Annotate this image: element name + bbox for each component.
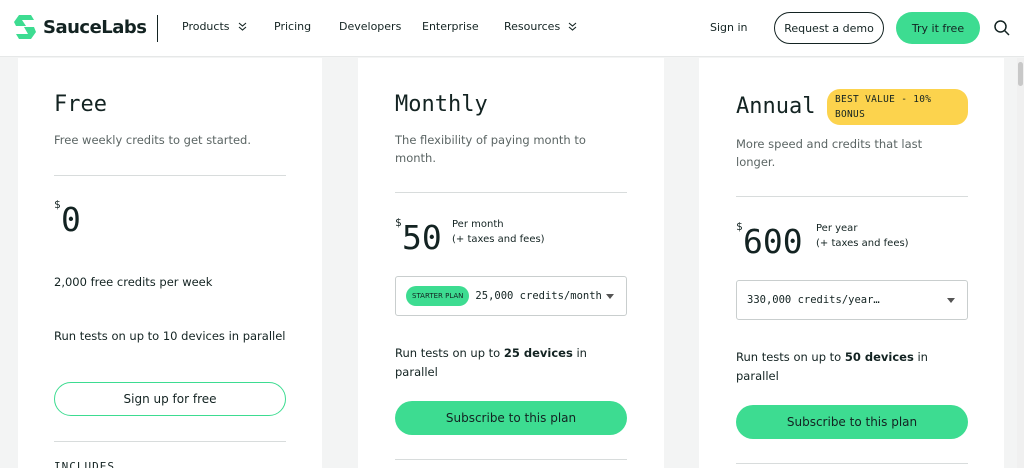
saucelabs-logo[interactable]: SauceLabs xyxy=(12,14,147,40)
search-icon[interactable] xyxy=(993,19,1011,37)
nav-resources-label: Resources xyxy=(504,20,561,33)
divider xyxy=(395,192,627,193)
try-free-button[interactable]: Try it free xyxy=(896,12,980,44)
nav-developers[interactable]: Developers xyxy=(339,20,401,33)
divider xyxy=(54,441,286,442)
plan-card-monthly: Monthly The flexibility of paying month … xyxy=(358,58,664,468)
billing-period-line1: Per month xyxy=(452,219,504,230)
nav-developers-label: Developers xyxy=(339,20,402,33)
divider xyxy=(736,196,968,197)
nav-products-label: Products xyxy=(182,20,230,33)
parallel-devices: 50 devices xyxy=(844,350,914,364)
divider xyxy=(736,463,968,464)
subscribe-annual-button[interactable]: Subscribe to this plan xyxy=(736,405,968,439)
nav-resources[interactable]: Resources xyxy=(504,20,577,33)
chevron-down-icon xyxy=(568,22,577,31)
chevron-down-icon xyxy=(238,22,246,31)
subscribe-monthly-button[interactable]: Subscribe to this plan xyxy=(395,401,627,435)
billing-period-line2: (+ taxes and fees) xyxy=(816,238,909,249)
saucelabs-logo-icon xyxy=(14,15,36,39)
parallel-text: Run tests on up to 10 devices in paralle… xyxy=(54,329,286,343)
divider xyxy=(54,175,286,176)
logo-divider xyxy=(157,15,158,42)
brand-name: SauceLabs xyxy=(43,16,147,38)
billing-period-line2: (+ taxes and fees) xyxy=(452,234,545,245)
caret-down-icon xyxy=(947,298,955,303)
nav-pricing-label: Pricing xyxy=(274,20,312,33)
nav-enterprise[interactable]: Enterprise xyxy=(422,20,479,33)
billing-period: Per year (+ taxes and fees) xyxy=(816,221,909,251)
caret-down-icon xyxy=(606,294,614,299)
starter-plan-badge: STARTER PLAN xyxy=(406,286,470,306)
plan-title: Monthly xyxy=(395,92,488,117)
credits-select-value: 330,000 credits/year… xyxy=(747,294,880,306)
parallel-text-pre: Run tests on up to xyxy=(395,346,504,360)
page-scrollbar[interactable] xyxy=(1017,58,1024,468)
plan-card-annual: Annual BEST VALUE - 10% BONUS More speed… xyxy=(699,58,1004,468)
nav-pricing[interactable]: Pricing xyxy=(274,20,311,33)
includes-heading: INCLUDES xyxy=(54,460,115,468)
scrollbar-thumb[interactable] xyxy=(1018,62,1023,86)
currency-symbol: $ xyxy=(736,220,743,233)
nav-products[interactable]: Products xyxy=(182,20,247,33)
plan-price: 600 xyxy=(743,222,803,261)
best-value-badge: BEST VALUE - 10% BONUS xyxy=(827,89,968,125)
parallel-text: Run tests on up to 50 devices in paralle… xyxy=(736,348,951,386)
plan-title: Annual xyxy=(736,94,816,119)
plan-description: More speed and credits that last longer. xyxy=(736,137,923,169)
sign-in-link[interactable]: Sign in xyxy=(710,21,748,34)
credits-select[interactable]: STARTER PLAN 25,000 credits/month xyxy=(395,276,627,316)
sign-up-free-button[interactable]: Sign up for free xyxy=(54,382,286,416)
billing-period: Per month (+ taxes and fees) xyxy=(452,217,545,247)
billing-period-line1: Per year xyxy=(816,223,858,234)
currency-symbol: $ xyxy=(54,198,61,211)
parallel-devices: 25 devices xyxy=(503,346,573,360)
currency-symbol: $ xyxy=(395,216,402,229)
credits-text: 2,000 free credits per week xyxy=(54,275,213,289)
divider xyxy=(395,459,627,460)
parallel-text: Run tests on up to 25 devices in paralle… xyxy=(395,344,610,382)
plan-title: Free xyxy=(54,92,107,117)
plan-description: The flexibility of paying month to month… xyxy=(395,133,586,165)
plan-card-free: Free Free weekly credits to get started.… xyxy=(18,58,322,468)
request-demo-button[interactable]: Request a demo xyxy=(774,12,884,44)
nav-enterprise-label: Enterprise xyxy=(422,20,479,33)
plan-description: Free weekly credits to get started. xyxy=(54,133,252,147)
credits-select-value: 25,000 credits/month xyxy=(475,290,602,302)
credits-select[interactable]: 330,000 credits/year… xyxy=(736,280,968,320)
top-nav: SauceLabs Products Pricing Developers En… xyxy=(0,0,1024,57)
plan-price: 50 xyxy=(402,218,442,257)
plan-price: 0 xyxy=(61,200,81,239)
parallel-text-pre: Run tests on up to xyxy=(736,350,845,364)
